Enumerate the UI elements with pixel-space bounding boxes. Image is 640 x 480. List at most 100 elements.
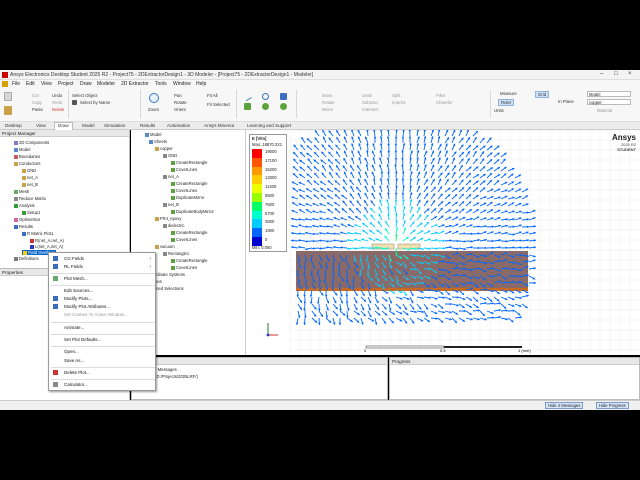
tree-gnd[interactable]: GND — [22, 168, 36, 173]
menu-2d-extractor[interactable]: 2D Extractor — [121, 81, 149, 87]
mt-copper[interactable]: copper — [155, 146, 173, 151]
subtract-button[interactable]: Subtract — [362, 100, 378, 105]
maximize-icon[interactable]: □ — [614, 71, 618, 77]
ctx-calculator[interactable]: Calculator... — [64, 382, 88, 387]
ctx-plot-mesh[interactable]: Plot Mesh... — [64, 276, 88, 281]
box-icon[interactable] — [244, 103, 251, 110]
undo-button[interactable]: Undo — [52, 93, 62, 98]
tree-2d-components[interactable]: 2D Components — [14, 140, 49, 145]
arc-icon[interactable] — [262, 93, 269, 100]
paste-button[interactable]: Paste — [32, 107, 43, 112]
menu-file[interactable]: File — [12, 81, 20, 87]
cut-button[interactable]: Cut — [32, 93, 39, 98]
menu-tools[interactable]: Tools — [155, 81, 167, 87]
mt-coverlines[interactable]: CoverLines — [171, 265, 197, 270]
move-button[interactable]: Move — [322, 93, 333, 98]
mt-vacuum[interactable]: vacuum — [155, 244, 175, 249]
mt-coverlines[interactable]: CoverLines — [171, 167, 197, 172]
menu-help[interactable]: Help — [196, 81, 206, 87]
mt-coverlines[interactable]: CoverLines — [171, 188, 197, 193]
field-overlay-plot[interactable]: 0 0.5 1 (mm) — [246, 130, 640, 355]
mt-createrectangle[interactable]: CreateRectangle — [171, 181, 207, 186]
modeler-3d-view[interactable]: 0 0.5 1 (mm) Ansys 2025 R2 STUDENT — [246, 130, 640, 355]
tab-simulation[interactable]: Simulation — [104, 123, 125, 128]
quick-access-icon[interactable] — [2, 81, 8, 87]
in-plane-dropdown[interactable]: In Plane — [558, 99, 574, 104]
mt-net-b[interactable]: net_B — [163, 202, 179, 207]
units-button[interactable]: Units — [494, 108, 504, 113]
ctx-delete-plot[interactable]: Delete Plot... — [64, 370, 90, 375]
fit-all-button[interactable]: Fit All — [207, 93, 218, 98]
tree-setup1[interactable]: Setup1 — [22, 210, 40, 215]
tree-r-matrix-plot[interactable]: R Matrix Plot1 — [22, 231, 53, 236]
mt-fr4-epoxy[interactable]: FR4_epoxy — [155, 216, 181, 221]
ctx-open[interactable]: Open... — [64, 349, 79, 354]
model-dropdown[interactable]: Model — [587, 91, 631, 97]
ctx-animate[interactable]: Animate... — [64, 325, 84, 330]
mt-createrectangle[interactable]: CreateRectangle — [171, 230, 207, 235]
redo-button[interactable]: Redo — [52, 100, 62, 105]
mt-model[interactable]: Model — [145, 132, 161, 137]
hide-progress-button[interactable]: Hide Progress — [596, 402, 629, 409]
menu-project[interactable]: Project — [58, 81, 74, 87]
hide-messages-button[interactable]: Hide 4 Messages — [545, 402, 584, 409]
sphere-icon[interactable] — [280, 103, 287, 110]
split-button[interactable]: Split — [392, 93, 400, 98]
tree-r-trace[interactable]: R(net_A,net_A) — [30, 238, 64, 243]
zoom-icon[interactable] — [149, 93, 159, 103]
cylinder-icon[interactable] — [262, 103, 269, 110]
tab-draw[interactable]: Draw — [54, 122, 73, 130]
tab-desktop[interactable]: Desktop — [5, 123, 22, 128]
ctx-edit-sources[interactable]: Edit Sources... — [64, 288, 93, 293]
select-object-dropdown[interactable]: Select Object — [72, 93, 98, 98]
mt-net-a[interactable]: net_A — [163, 174, 179, 179]
mt-planes[interactable]: nes — [155, 279, 162, 284]
tab-view[interactable]: View — [36, 123, 46, 128]
tree-results[interactable]: Results — [14, 224, 33, 229]
field-legend[interactable]: E [V/m] Max: 18870.221 19000 17100 15200 13… — [249, 134, 287, 252]
menu-modeler[interactable]: Modeler — [97, 81, 115, 87]
mt-duplicatebodymirror[interactable]: DuplicateBodyMirror — [171, 209, 214, 214]
grid-button[interactable]: Grid — [535, 91, 550, 98]
menu-window[interactable]: Window — [173, 81, 191, 87]
dielectric-substrate[interactable] — [296, 251, 528, 290]
pan-button[interactable]: Pan — [174, 93, 182, 98]
tree-model[interactable]: Model — [14, 147, 30, 152]
rotate-object-button[interactable]: Rotate — [322, 100, 335, 105]
tab-ansys-minerva[interactable]: Ansys Minerva — [204, 123, 234, 128]
rotate-button[interactable]: Rotate — [174, 100, 187, 105]
mt-gnd[interactable]: GND — [163, 153, 177, 158]
mt-createrectangle[interactable]: CreateRectangle — [171, 258, 207, 263]
ctx-modify-plot-attributes[interactable]: Modify Plot Attributes... — [64, 304, 110, 309]
menu-view[interactable]: View — [41, 81, 52, 87]
tab-model[interactable]: Model — [82, 123, 95, 128]
mt-named-selections[interactable]: med Selections — [155, 286, 184, 291]
copy-button[interactable]: Copy — [32, 100, 42, 105]
tree-net-a[interactable]: net_A — [22, 175, 38, 180]
save-icon[interactable] — [4, 92, 12, 101]
tab-automation[interactable]: Automation — [167, 123, 190, 128]
material-button[interactable]: Material — [597, 108, 612, 113]
paste-icon[interactable] — [4, 106, 12, 115]
chamfer-button[interactable]: Chamfer — [436, 100, 452, 105]
menu-edit[interactable]: Edit — [26, 81, 35, 87]
tree-boundaries[interactable]: Boundaries — [14, 154, 40, 159]
tree-l-trace[interactable]: L(net_A,net_A) — [30, 244, 63, 249]
ctx-modify-plots[interactable]: Modify Plots... — [64, 296, 92, 301]
mt-coordinate-systems[interactable]: rdinate Systems — [155, 272, 185, 277]
ctx-cg-fields[interactable]: CG Fields — [64, 256, 84, 261]
mt-sheets[interactable]: Sheets — [149, 139, 167, 144]
ruler-button[interactable]: Ruler — [498, 99, 515, 106]
tree-reduce-matrix[interactable]: Reduce Matrix — [14, 196, 46, 201]
ctx-save-as[interactable]: Save As... — [64, 358, 84, 363]
line-icon[interactable] — [242, 91, 253, 102]
tree-net-b[interactable]: net_B — [22, 182, 38, 187]
zoom-button[interactable]: Zoom — [148, 107, 159, 112]
mt-rectangle1[interactable]: Rectangle1 — [163, 251, 189, 256]
delete-button[interactable]: Delete — [52, 107, 64, 112]
mt-duplicatemirror[interactable]: DuplicateMirror — [171, 195, 204, 200]
trace-net-b[interactable] — [397, 243, 421, 250]
tree-mesh[interactable]: Mesh — [14, 189, 29, 194]
fit-selected-button[interactable]: Fit Selected — [207, 102, 230, 107]
tree-conductors[interactable]: Conductors — [14, 161, 40, 166]
